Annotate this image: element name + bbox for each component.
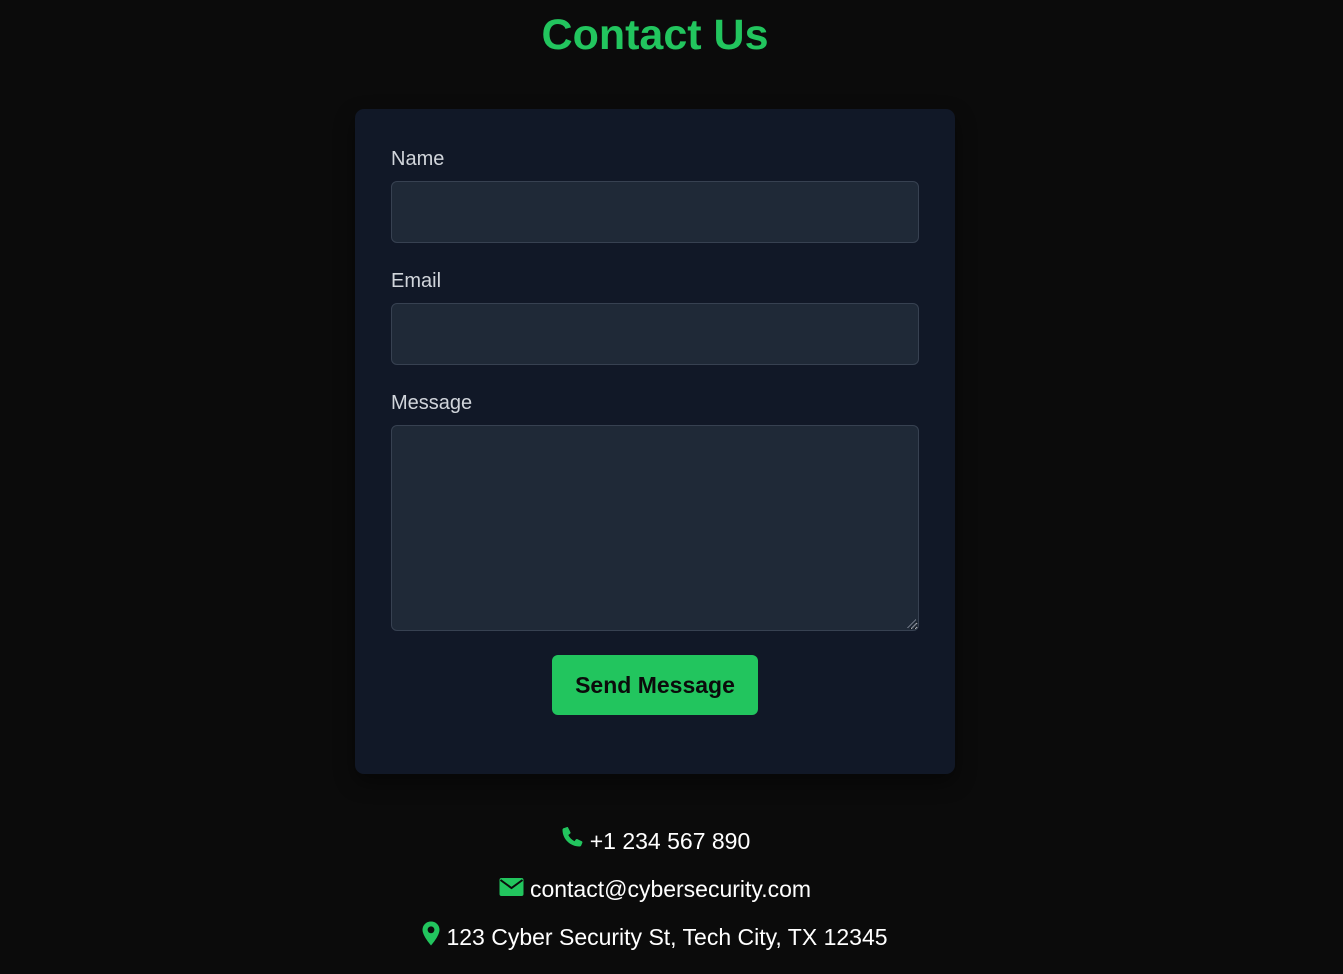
- contact-form: Name Email Message Send Message: [355, 109, 955, 774]
- name-input[interactable]: [391, 181, 919, 243]
- message-label: Message: [391, 392, 473, 414]
- send-message-button[interactable]: Send Message: [552, 655, 758, 715]
- contact-email-line: contact@cybersecurity.com: [0, 874, 1310, 906]
- message-textarea[interactable]: [391, 425, 919, 631]
- email-label: Email: [391, 270, 442, 292]
- phone-icon: [560, 825, 584, 856]
- email-input[interactable]: [391, 303, 919, 365]
- page-title: Contact Us: [541, 11, 769, 59]
- email-text: contact@cybersecurity.com: [529, 876, 812, 902]
- phone-text: +1 234 567 890: [589, 828, 751, 854]
- contact-page: Contact Us Name Email Message Send Messa…: [0, 0, 1343, 974]
- contact-address-line: 123 Cyber Security St, Tech City, TX 123…: [0, 921, 1310, 955]
- envelope-icon: [499, 874, 524, 904]
- map-marker-icon: [422, 921, 440, 953]
- address-text: 123 Cyber Security St, Tech City, TX 123…: [446, 924, 888, 950]
- contact-phone-line: +1 234 567 890: [0, 826, 1310, 858]
- name-label: Name: [391, 148, 445, 170]
